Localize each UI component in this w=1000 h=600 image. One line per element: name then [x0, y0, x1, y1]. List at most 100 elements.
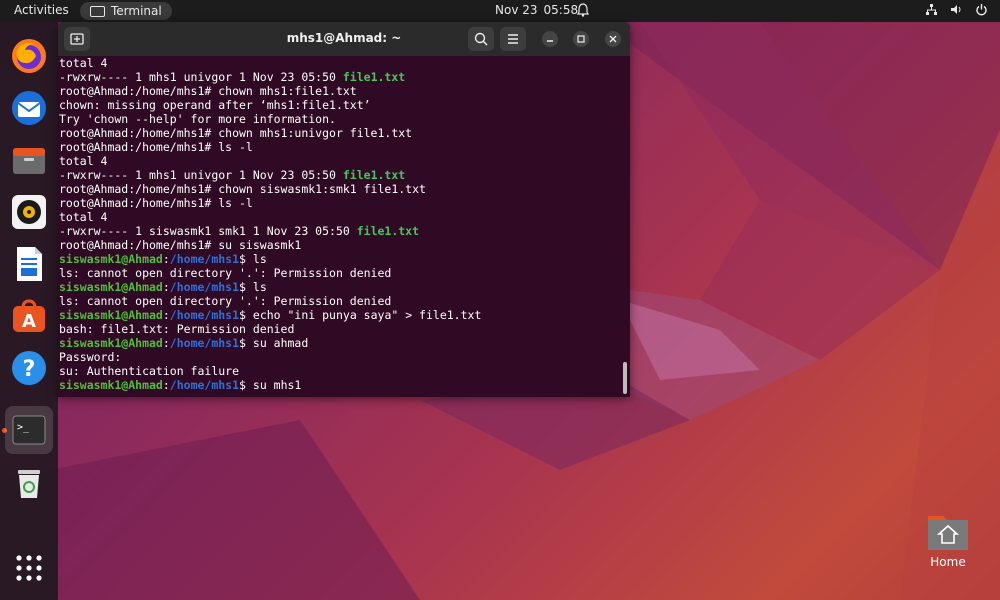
close-button[interactable] — [605, 31, 621, 47]
output-text: total 4 — [59, 154, 108, 168]
output-text: root@Ahmad:/home/mhs1# chown mhs1:file1.… — [59, 84, 357, 98]
libreoffice-writer-icon[interactable] — [9, 244, 49, 284]
minimize-button[interactable] — [542, 31, 558, 47]
output-text: -rwxrw---- 1 mhs1 univgor 1 Nov 23 05:50 — [59, 70, 343, 84]
terminal-line: total 4 — [59, 154, 623, 168]
output-text: root@Ahmad:/home/mhs1# chown siswasmk1:s… — [59, 182, 426, 196]
output-text: su: Authentication failure — [59, 364, 240, 378]
thunderbird-icon[interactable] — [9, 88, 49, 128]
app-menu-label: Terminal — [111, 4, 162, 18]
command-text: $ su mhs1 — [239, 378, 302, 392]
home-folder-label: Home — [930, 555, 966, 569]
terminal-line: siswasmk1@Ahmad:/home/mhs1$ echo "ini pu… — [59, 308, 623, 322]
output-text: root@Ahmad:/home/mhs1# su siswasmk1 — [59, 238, 302, 252]
command-text: $ ls — [239, 252, 267, 266]
terminal-line: siswasmk1@Ahmad:/home/mhs1$ su ahmad — [59, 336, 623, 350]
output-text: Try 'chown --help' for more information. — [59, 112, 336, 126]
maximize-button[interactable] — [573, 31, 589, 47]
volume-icon — [950, 3, 963, 19]
svg-text:>_: >_ — [17, 422, 30, 433]
terminal-line: bash: file1.txt: Permission denied — [59, 322, 623, 336]
terminal-line: root@Ahmad:/home/mhs1# chown siswasmk1:s… — [59, 182, 623, 196]
output-text: ls: cannot open directory '.': Permissio… — [59, 266, 392, 280]
output-text: bash: file1.txt: Permission denied — [59, 322, 295, 336]
file-name: file1.txt — [356, 224, 420, 238]
terminal-line: siswasmk1@Ahmad:/home/mhs1$ ls — [59, 280, 623, 294]
clock-time: 05:58 — [543, 3, 579, 17]
output-text: root@Ahmad:/home/mhs1# ls -l — [59, 140, 253, 154]
terminal-line: Try 'chown --help' for more information. — [59, 112, 623, 126]
alarm-icon — [577, 3, 589, 20]
prompt-separator: : — [162, 336, 170, 350]
terminal-line: root@Ahmad:/home/mhs1# ls -l — [59, 196, 623, 210]
output-text: -rwxrw---- 1 siswasmk1 smk1 1 Nov 23 05:… — [59, 224, 357, 238]
output-text: root@Ahmad:/home/mhs1# chown mhs1:univgo… — [59, 126, 413, 140]
terminal-line: root@Ahmad:/home/mhs1# su siswasmk1 — [59, 238, 623, 252]
top-bar: Activities Terminal Nov 23 05:58 — [0, 0, 1000, 22]
terminal-headerbar[interactable]: mhs1@Ahmad: ~ — [58, 22, 630, 56]
command-text: $ ls — [239, 280, 267, 294]
terminal-line: siswasmk1@Ahmad:/home/mhs1$ su mhs1 — [59, 378, 623, 392]
command-text: $ echo "ini punya saya" > file1.txt — [239, 308, 482, 322]
clock[interactable]: Nov 23 05:58 — [495, 3, 578, 17]
home-folder-icon — [928, 516, 968, 550]
clock-date: Nov 23 — [495, 3, 538, 17]
prompt-user: siswasmk1@Ahmad — [59, 252, 163, 266]
terminal-line: -rwxrw---- 1 mhs1 univgor 1 Nov 23 05:50… — [59, 70, 623, 84]
output-text: Password: — [59, 350, 122, 364]
app-center-icon[interactable]: A — [9, 296, 49, 336]
terminal-line: total 4 — [59, 210, 623, 224]
rhythmbox-icon[interactable] — [9, 192, 49, 232]
prompt-path: /home/mhs1 — [169, 378, 240, 392]
terminal-line: total 4 — [59, 56, 623, 70]
files-icon[interactable] — [9, 140, 49, 180]
terminal-scrollbar[interactable] — [623, 362, 627, 394]
svg-text:?: ? — [23, 357, 36, 382]
terminal-line: root@Ahmad:/home/mhs1# chown mhs1:univgo… — [59, 126, 623, 140]
firefox-icon[interactable] — [9, 36, 49, 76]
terminal-line: su: Authentication failure — [59, 364, 623, 378]
svg-text:A: A — [22, 311, 36, 332]
output-text: total 4 — [59, 210, 108, 224]
terminal-small-icon — [90, 5, 105, 17]
terminal-line: -rwxrw---- 1 mhs1 univgor 1 Nov 23 05:50… — [59, 168, 623, 182]
app-menu-terminal[interactable]: Terminal — [80, 2, 172, 20]
prompt-separator: : — [162, 252, 170, 266]
output-text: total 4 — [59, 56, 108, 70]
dock: A ? >_ — [0, 22, 58, 600]
prompt-user: siswasmk1@Ahmad — [59, 336, 163, 350]
file-name: file1.txt — [342, 70, 406, 84]
prompt-path: /home/mhs1 — [169, 252, 240, 266]
hamburger-menu-button[interactable] — [500, 27, 526, 51]
terminal-line: root@Ahmad:/home/mhs1# chown mhs1:file1.… — [59, 84, 623, 98]
system-tray[interactable] — [925, 3, 988, 19]
terminal-line: root@Ahmad:/home/mhs1# ls -l — [59, 140, 623, 154]
terminal-line: -rwxrw---- 1 siswasmk1 smk1 1 Nov 23 05:… — [59, 224, 623, 238]
terminal-output[interactable]: total 4 -rwxrw---- 1 mhs1 univgor 1 Nov 2… — [58, 56, 623, 397]
trash-icon[interactable] — [9, 462, 49, 502]
prompt-path: /home/mhs1 — [169, 280, 240, 294]
output-text: ls: cannot open directory '.': Permissio… — [59, 294, 392, 308]
command-text: $ su ahmad — [239, 336, 309, 350]
terminal-icon[interactable]: >_ — [5, 406, 53, 454]
terminal-line: chown: missing operand after ‘mhs1:file1… — [59, 98, 623, 112]
prompt-user: siswasmk1@Ahmad — [59, 308, 163, 322]
terminal-window[interactable]: mhs1@Ahmad: ~ total 4 -rwxrw---- 1 mhs1 u… — [58, 22, 630, 397]
prompt-separator: : — [162, 378, 170, 392]
file-name: file1.txt — [342, 168, 406, 182]
prompt-user: siswasmk1@Ahmad — [59, 280, 163, 294]
search-button[interactable] — [468, 27, 494, 51]
prompt-path: /home/mhs1 — [169, 336, 240, 350]
help-icon[interactable]: ? — [9, 348, 49, 388]
prompt-path: /home/mhs1 — [169, 308, 240, 322]
output-text: root@Ahmad:/home/mhs1# ls -l — [59, 196, 253, 210]
activities-button[interactable]: Activities — [14, 3, 69, 17]
prompt-separator: : — [162, 308, 170, 322]
network-icon — [925, 3, 938, 19]
output-text: -rwxrw---- 1 mhs1 univgor 1 Nov 23 05:50 — [59, 168, 343, 182]
terminal-line: ls: cannot open directory '.': Permissio… — [59, 266, 623, 280]
show-apps-grid-icon[interactable] — [9, 548, 49, 588]
desktop-home-folder[interactable]: Home — [920, 510, 976, 569]
terminal-line: siswasmk1@Ahmad:/home/mhs1$ ls — [59, 252, 623, 266]
power-icon — [975, 3, 988, 19]
